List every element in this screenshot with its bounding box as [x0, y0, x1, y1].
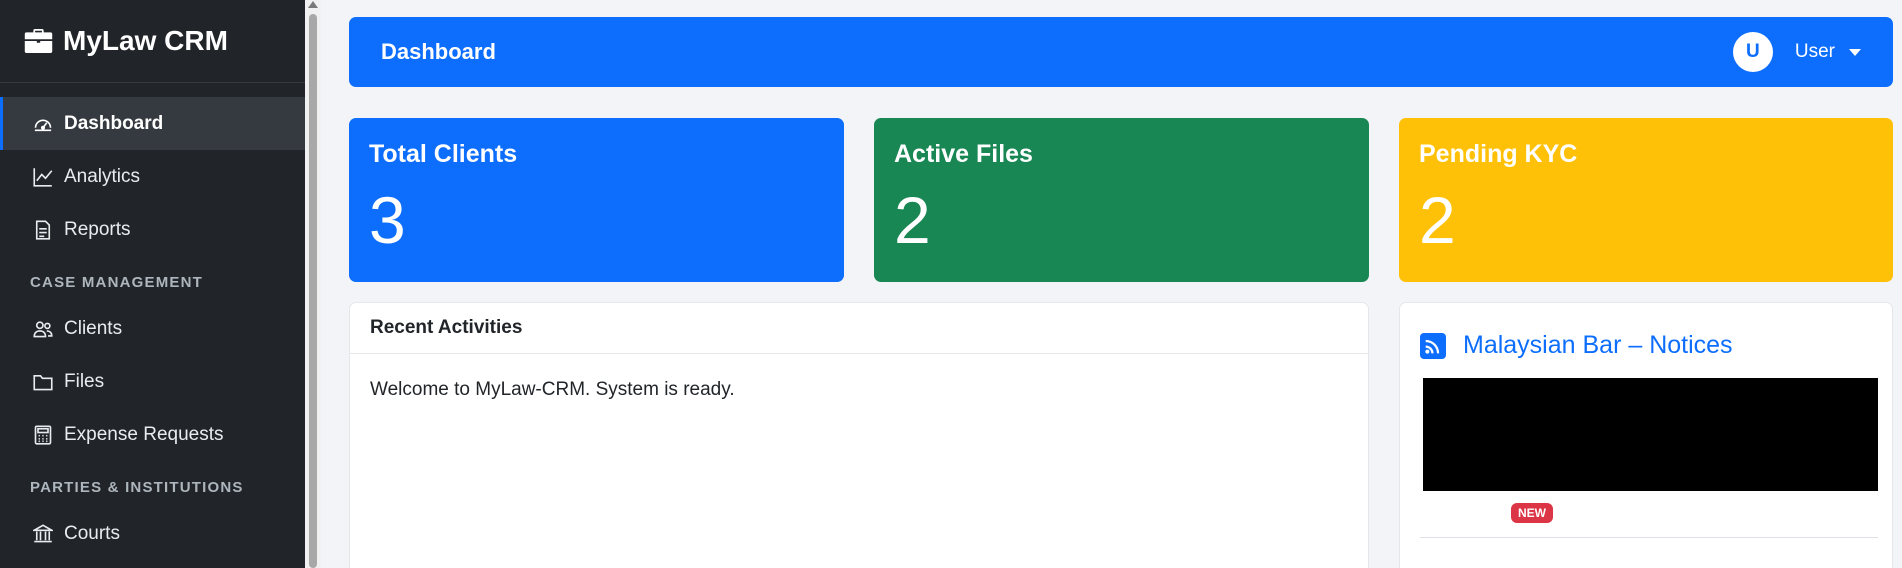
sidebar-item-label: Dashboard	[64, 112, 164, 134]
stat-card-total-clients: Total Clients 3	[349, 118, 844, 282]
user-menu-toggle[interactable]: U User	[1732, 32, 1861, 72]
new-badge: NEW	[1511, 503, 1553, 523]
activity-message: Welcome to MyLaw-CRM. System is ready.	[370, 379, 735, 400]
brand-title: MyLaw CRM	[63, 25, 228, 56]
notice-image[interactable]	[1423, 378, 1878, 491]
sidebar-item-expense-requests[interactable]: Expense Requests	[0, 408, 305, 461]
sidebar-item-label: Expense Requests	[64, 423, 224, 445]
document-icon	[32, 219, 54, 241]
bank-icon	[32, 523, 54, 545]
panel-title: Recent Activities	[350, 303, 1368, 354]
calculator-icon	[32, 424, 54, 446]
top-header: Dashboard U User	[349, 17, 1893, 87]
scroll-up-arrow-icon[interactable]	[308, 1, 318, 8]
sidebar: MyLaw CRM Dashboard Analytics Reports CA…	[0, 0, 305, 568]
sidebar-item-label: Reports	[64, 218, 131, 240]
caret-down-icon	[1849, 48, 1861, 56]
notice-item[interactable]: NEW	[1420, 491, 1878, 538]
notices-panel: Malaysian Bar – Notices NEW	[1399, 302, 1893, 568]
sidebar-item-files[interactable]: Files	[0, 355, 305, 408]
people-icon	[32, 318, 54, 340]
sidebar-scrollbar[interactable]	[305, 0, 321, 568]
folder-icon	[32, 371, 54, 393]
sidebar-item-courts[interactable]: Courts	[0, 507, 305, 560]
sidebar-item-label: Files	[64, 370, 105, 392]
section-label-parties-institutions: PARTIES & INSTITUTIONS	[30, 478, 244, 496]
user-name: User	[1794, 41, 1835, 62]
sidebar-nav: Dashboard Analytics Reports CASE MANAGEM…	[0, 83, 305, 560]
sidebar-item-reports[interactable]: Reports	[0, 203, 305, 256]
sidebar-item-dashboard[interactable]: Dashboard	[0, 97, 305, 150]
sidebar-item-analytics[interactable]: Analytics	[0, 150, 305, 203]
sidebar-item-label: Clients	[64, 317, 123, 339]
recent-activities-panel: Recent Activities Welcome to MyLaw-CRM. …	[349, 302, 1369, 568]
sidebar-item-clients[interactable]: Clients	[0, 302, 305, 355]
section-label-case-management: CASE MANAGEMENT	[30, 273, 204, 291]
scrollbar-thumb[interactable]	[309, 14, 317, 568]
rss-icon	[1420, 332, 1446, 359]
briefcase-icon	[24, 29, 53, 53]
page-title: Dashboard	[381, 39, 496, 64]
stat-card-pending-kyc: Pending KYC 2	[1399, 118, 1893, 282]
stat-value: 2	[1419, 183, 1456, 257]
sidebar-item-label: Courts	[64, 522, 120, 544]
stat-title: Total Clients	[369, 140, 518, 168]
brand[interactable]: MyLaw CRM	[0, 0, 305, 83]
sidebar-item-label: Analytics	[64, 165, 141, 187]
stat-title: Active Files	[894, 140, 1033, 168]
stat-value: 2	[894, 183, 931, 257]
stat-value: 3	[369, 183, 406, 257]
line-chart-icon	[32, 166, 54, 188]
stat-card-active-files: Active Files 2	[874, 118, 1369, 282]
notices-title-link[interactable]: Malaysian Bar – Notices	[1463, 331, 1733, 360]
stat-title: Pending KYC	[1419, 140, 1578, 168]
notices-header: Malaysian Bar – Notices	[1420, 331, 1874, 360]
gauge-icon	[32, 113, 54, 135]
avatar: U	[1732, 32, 1773, 72]
